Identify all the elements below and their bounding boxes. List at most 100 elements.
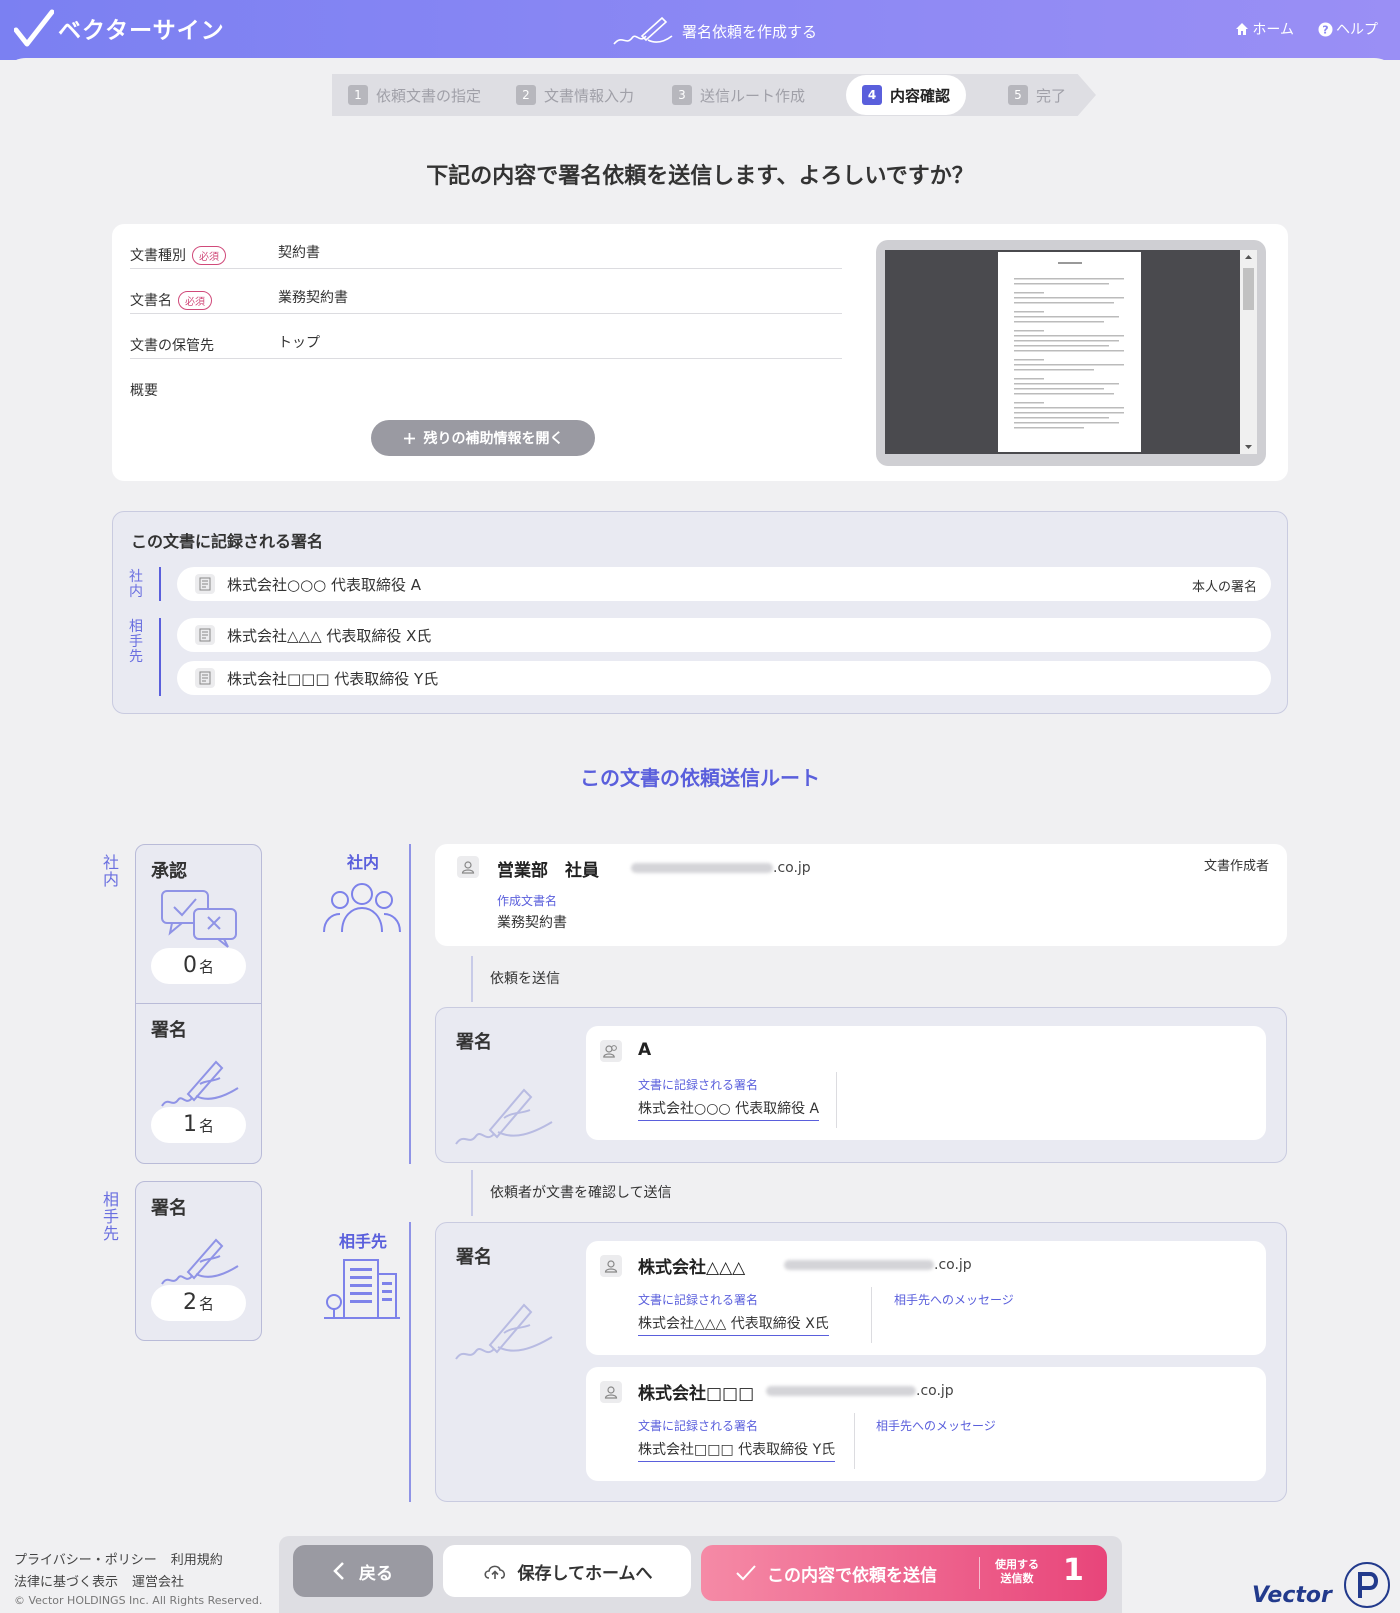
- send-count: 1: [1063, 1553, 1084, 1588]
- preview-scrollbar[interactable]: [1240, 250, 1257, 454]
- send-request-button[interactable]: この内容で依頼を送信 使用する 送信数 1: [701, 1545, 1107, 1601]
- app-header: ベクターサイン 署名依頼を作成する ホーム ? ヘルプ: [0, 0, 1400, 60]
- route-note-confirm: 依頼者が文書を確認して送信: [490, 1185, 672, 1201]
- step-5: 5 完了: [1008, 74, 1066, 116]
- svg-text:?: ?: [1322, 23, 1328, 36]
- self-signature-tag: 本人の署名: [1191, 580, 1257, 595]
- summary-internal: 承認 0名 署名 1名: [135, 844, 262, 1164]
- group-people-icon: [323, 883, 401, 933]
- footer-links: プライバシー・ポリシー 利用規約 法律に基づく表示 運営会社: [14, 1550, 237, 1594]
- recorded-signatures-card: この文書に記録される署名 社内 株式会社○○○ 代表取締役 A 本人の署名 相手…: [112, 511, 1288, 714]
- home-icon: [1236, 23, 1249, 35]
- help-link[interactable]: ? ヘルプ: [1318, 19, 1378, 39]
- summary-sign: 署名 1名: [136, 1003, 261, 1161]
- step-2: 2 文書情報入力: [516, 74, 634, 116]
- group-internal-label: 社内: [346, 853, 379, 872]
- signer-recorded-signature: 株式会社□□□ 代表取締役 Y氏: [638, 1439, 836, 1462]
- checkmark-logo-icon: [14, 9, 54, 47]
- person-icon: [600, 1255, 622, 1277]
- route-note-send: 依頼を送信: [490, 971, 560, 987]
- document-lines-icon: [1014, 262, 1124, 429]
- signatures-title: この文書に記録される署名: [131, 532, 324, 551]
- group-partner-label: 相手先: [338, 1232, 387, 1251]
- plus-icon: [403, 432, 415, 444]
- approve-chat-icon: [161, 890, 237, 948]
- help-icon: ?: [1318, 22, 1333, 36]
- header-nav: ホーム ? ヘルプ: [1235, 19, 1378, 39]
- copyright: © Vector HOLDINGS Inc. All Rights Reserv…: [14, 1594, 263, 1607]
- vector-logo: Vector: [1252, 1583, 1332, 1608]
- step-1: 1 依頼文書の指定: [348, 74, 481, 116]
- creator-tag: 文書作成者: [1203, 859, 1269, 874]
- step-3: 3 送信ルート作成: [672, 74, 805, 116]
- operator-link[interactable]: 運営会社: [132, 1575, 184, 1590]
- signer-company: 株式会社△△△: [638, 1258, 746, 1278]
- legal-notice-link[interactable]: 法律に基づく表示: [14, 1575, 118, 1590]
- save-and-home-button[interactable]: 保存してホームへ: [443, 1545, 691, 1597]
- home-link[interactable]: ホーム: [1235, 19, 1294, 39]
- partner-message-label: 相手先へのメッセージ: [876, 1419, 996, 1433]
- confirm-question: 下記の内容で署名依頼を送信します、よろしいですか？: [426, 164, 974, 189]
- route-title: この文書の依頼送信ルート: [580, 766, 820, 790]
- cloud-upload-icon: [483, 1565, 505, 1579]
- header-title-area: 署名依頼を作成する: [612, 14, 817, 48]
- document-icon: [195, 668, 215, 688]
- partner-sign-step: 署名 株式会社△△△ .co.jp 文書に記録される署名 株式会社△△△ 代表取…: [435, 1222, 1287, 1502]
- signer-name: A: [638, 1040, 652, 1060]
- person-icon: [457, 856, 479, 878]
- approve-count: 0名: [151, 948, 246, 984]
- creator-card: 営業部 社員 .co.jp 文書作成者 作成文書名 業務契約書: [435, 844, 1287, 946]
- summary-internal-label: 社内: [102, 853, 119, 889]
- creator-name: 営業部 社員: [497, 861, 599, 881]
- signing-hand-icon: [161, 1238, 239, 1285]
- open-more-info-button[interactable]: 残りの補助情報を開く: [371, 420, 595, 456]
- document-info-card: 文書種別 必須 契約書 文書名 必須 業務契約書 文書の保管先 トップ 概要 残りの…: [112, 224, 1288, 481]
- signer-email: .co.jp: [766, 1383, 954, 1399]
- app-logo[interactable]: ベクターサイン: [14, 8, 225, 48]
- action-bar: 戻る 保存してホームへ この内容で依頼を送信 使用する 送信数 1: [279, 1536, 1122, 1613]
- summary-partner-sign: 署名 2名: [136, 1182, 261, 1340]
- signature-item-partner: 株式会社□□□ 代表取締役 Y氏: [177, 661, 1271, 695]
- signer-recorded-signature: 株式会社△△△ 代表取締役 X氏: [638, 1313, 829, 1336]
- required-badge: 必須: [178, 290, 212, 310]
- back-button[interactable]: 戻る: [293, 1545, 433, 1597]
- logo-text: ベクターサイン: [58, 18, 225, 44]
- signer-card-a: A 文書に記録される署名 株式会社○○○ 代表取締役 A: [586, 1026, 1266, 1140]
- send-count-label: 使用する 送信数: [995, 1558, 1039, 1585]
- signer-email: .co.jp: [784, 1257, 972, 1273]
- sign-count: 1名: [151, 1107, 246, 1143]
- internal-label: 社内: [129, 569, 143, 600]
- page-title: 署名依頼を作成する: [682, 22, 818, 41]
- progress-steps: 1 依頼文書の指定 2 文書情報入力 3 送信ルート作成 4 内容確認 5 完了: [332, 74, 1096, 116]
- creator-email: .co.jp: [631, 860, 811, 876]
- signing-hand-icon: [613, 16, 673, 45]
- document-icon: [195, 574, 215, 594]
- chevron-left-icon: [333, 1562, 344, 1580]
- signing-hand-icon: [455, 1088, 553, 1145]
- terms-link[interactable]: 利用規約: [171, 1553, 223, 1568]
- signature-item-partner: 株式会社△△△ 代表取締役 X氏: [177, 618, 1271, 652]
- check-icon: [736, 1565, 756, 1581]
- person-icon: [600, 1381, 622, 1403]
- summary-partner: 署名 2名: [135, 1181, 262, 1341]
- signer-company: 株式会社□□□: [638, 1384, 755, 1404]
- route-line-internal: [409, 844, 411, 1164]
- signing-hand-icon: [455, 1303, 553, 1360]
- scroll-down-arrow-icon: [1245, 445, 1252, 449]
- privacy-mark-icon: [1344, 1562, 1390, 1608]
- route-line-partner: [409, 1222, 411, 1502]
- field-doc-name: 文書名 必須 業務契約書: [130, 269, 842, 314]
- scroll-up-arrow-icon: [1245, 255, 1252, 259]
- person-group-icon: [600, 1040, 622, 1062]
- field-storage: 文書の保管先 トップ: [130, 314, 842, 359]
- privacy-policy-link[interactable]: プライバシー・ポリシー: [14, 1553, 157, 1568]
- signer-recorded-signature: 株式会社○○○ 代表取締役 A: [638, 1098, 820, 1121]
- partner-sign-count: 2名: [151, 1285, 246, 1321]
- creator-doc-name: 業務契約書: [497, 915, 567, 931]
- scroll-thumb[interactable]: [1243, 268, 1254, 310]
- signer-card-x: 株式会社△△△ .co.jp 文書に記録される署名 株式会社△△△ 代表取締役 …: [586, 1241, 1266, 1355]
- summary-approve: 承認 0名: [136, 845, 261, 1003]
- document-preview[interactable]: [876, 240, 1266, 466]
- required-badge: 必須: [192, 245, 226, 265]
- partner-message-label: 相手先へのメッセージ: [894, 1293, 1014, 1307]
